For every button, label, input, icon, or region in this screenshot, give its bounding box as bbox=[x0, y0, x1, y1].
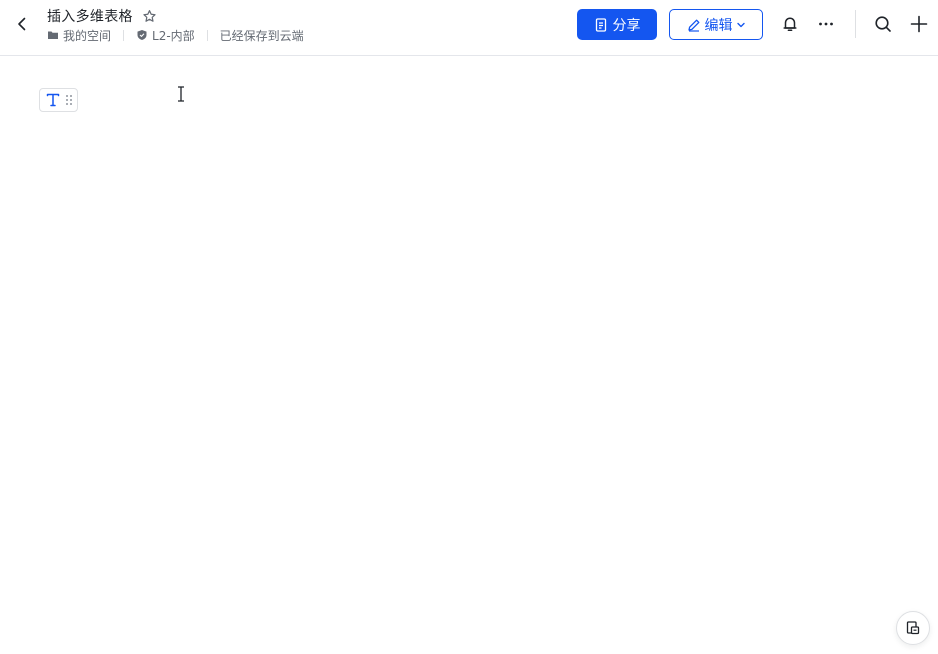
folder-icon bbox=[48, 31, 58, 39]
notification-button[interactable] bbox=[778, 12, 802, 36]
share-label: 分享 bbox=[612, 17, 641, 34]
floating-doc-button[interactable] bbox=[896, 611, 930, 645]
security-level-label: L2-内部 bbox=[152, 28, 195, 43]
bell-icon bbox=[783, 17, 797, 32]
search-button[interactable] bbox=[871, 12, 895, 36]
shield-icon bbox=[137, 30, 147, 40]
chevron-left-icon bbox=[18, 17, 26, 31]
share-button[interactable]: 分享 bbox=[577, 9, 657, 40]
divider bbox=[123, 29, 125, 41]
doc-outline-icon bbox=[906, 621, 920, 635]
pencil-icon bbox=[687, 19, 699, 32]
text-type-icon bbox=[46, 93, 60, 107]
more-icon bbox=[819, 22, 833, 26]
more-button[interactable] bbox=[814, 12, 838, 36]
doc-title[interactable]: 插入多维表格 bbox=[47, 6, 133, 26]
plus-icon bbox=[910, 15, 928, 33]
edit-label: 编辑 bbox=[704, 17, 733, 34]
drag-handle-icon[interactable] bbox=[65, 94, 73, 106]
chevron-down-icon bbox=[736, 22, 745, 27]
save-status: 已经保存到云端 bbox=[219, 28, 304, 43]
title-row: 插入多维表格 bbox=[47, 6, 158, 26]
share-doc-icon bbox=[595, 17, 606, 32]
divider bbox=[206, 29, 208, 41]
space-label: 我的空间 bbox=[63, 28, 112, 43]
header-divider bbox=[855, 10, 856, 38]
edit-mode-button[interactable]: 编辑 bbox=[669, 9, 763, 40]
breadcrumb: 我的空间 L2-内部 已经保存到云端 bbox=[47, 26, 304, 44]
star-icon bbox=[143, 9, 156, 22]
security-level[interactable]: L2-内部 bbox=[136, 27, 195, 44]
breadcrumb-space[interactable]: 我的空间 bbox=[47, 27, 111, 44]
top-header: 插入多维表格 我的空间 L2-内部 已经保存到云端 分享 编辑 bbox=[0, 0, 938, 56]
favorite-button[interactable] bbox=[142, 8, 158, 24]
back-button[interactable] bbox=[10, 12, 34, 36]
text-cursor-icon bbox=[178, 86, 184, 102]
search-icon bbox=[875, 16, 891, 32]
add-button[interactable] bbox=[907, 12, 931, 36]
block-type-handle[interactable] bbox=[39, 88, 78, 112]
